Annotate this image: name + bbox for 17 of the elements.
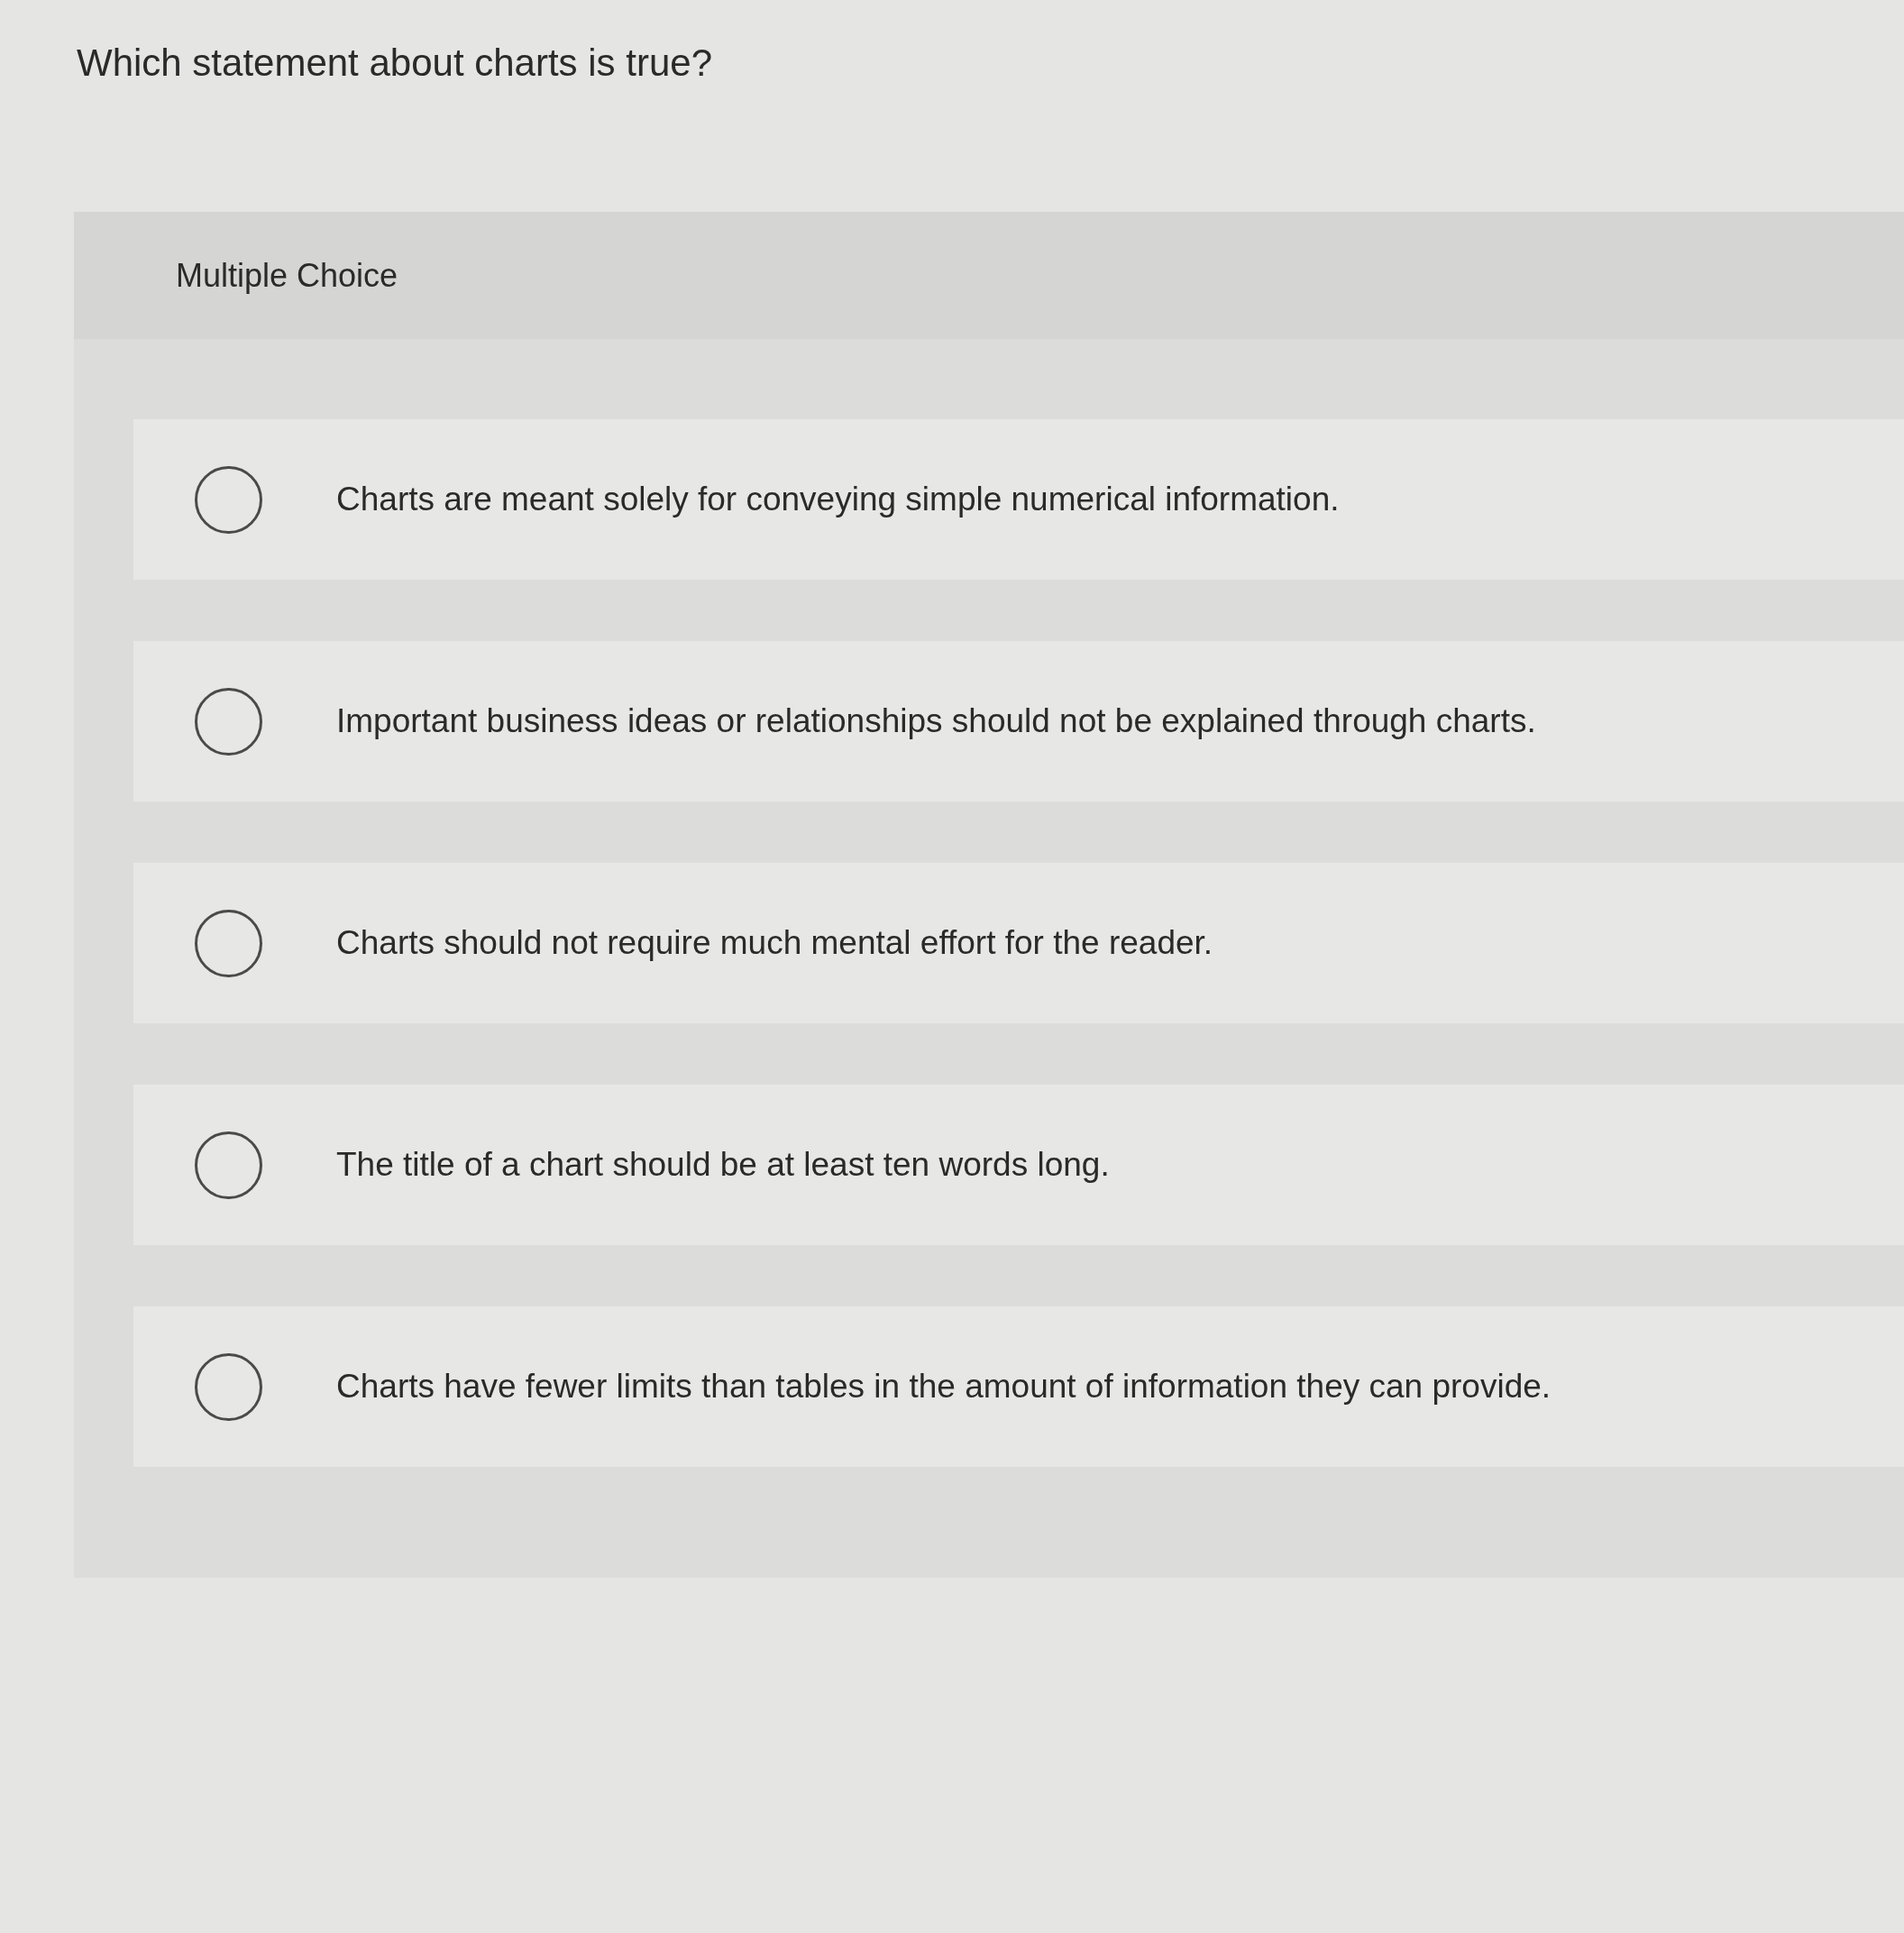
option-text[interactable]: Important business ideas or relationships should not be explained through charts. bbox=[336, 700, 1536, 743]
option-text[interactable]: Charts have fewer limits than tables in the amount of information they can provide. bbox=[336, 1365, 1552, 1408]
option-text[interactable]: Charts are meant solely for conveying simple numerical information. bbox=[336, 478, 1340, 521]
question-type-label: Multiple Choice bbox=[74, 212, 1904, 339]
question-text: Which statement about charts is true? bbox=[77, 41, 712, 86]
option-text[interactable]: The title of a chart should be at least ten words long. bbox=[336, 1143, 1110, 1186]
answer-option[interactable]: Charts are meant solely for conveying simple numerical information. bbox=[133, 419, 1904, 580]
option-text[interactable]: Charts should not require much mental effort for the reader. bbox=[336, 921, 1213, 965]
radio-button[interactable] bbox=[195, 909, 262, 977]
answer-option[interactable]: Charts have fewer limits than tables in the amount of information they can provide. bbox=[133, 1306, 1904, 1467]
radio-button[interactable] bbox=[195, 465, 262, 534]
answer-option[interactable]: Charts should not require much mental effort for the reader. bbox=[133, 863, 1904, 1023]
radio-button[interactable] bbox=[195, 1352, 262, 1421]
answer-option[interactable]: The title of a chart should be at least ten words long. bbox=[133, 1085, 1904, 1245]
radio-button[interactable] bbox=[195, 687, 262, 756]
radio-button[interactable] bbox=[195, 1131, 262, 1199]
answer-option[interactable]: Important business ideas or relationships should not be explained through charts. bbox=[133, 641, 1904, 802]
